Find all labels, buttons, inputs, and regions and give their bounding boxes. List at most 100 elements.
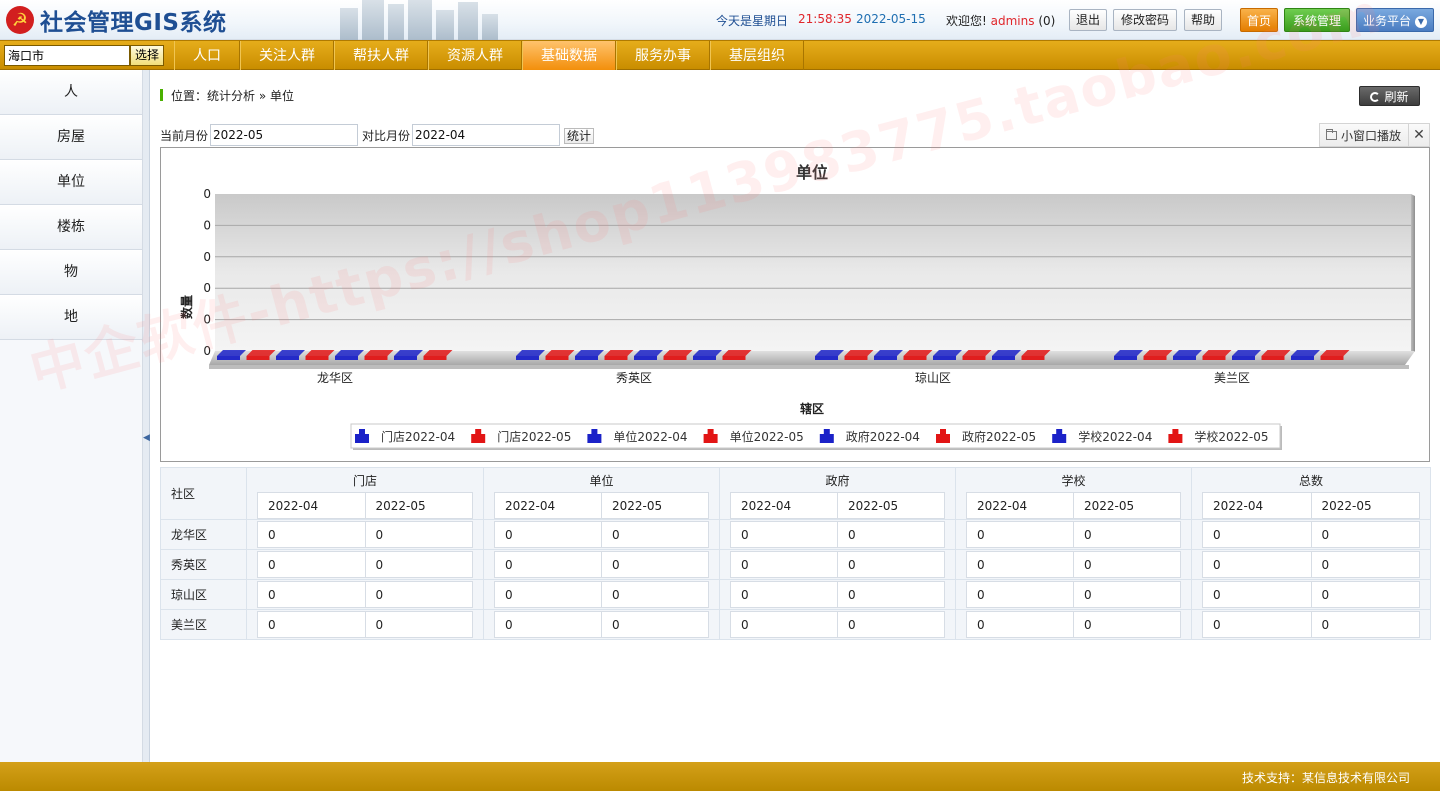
value-cell: 0 xyxy=(966,551,1074,578)
change-password-button[interactable]: 修改密码 xyxy=(1113,9,1177,31)
month-header: 2022-05 xyxy=(601,492,709,519)
legend-swatch-top xyxy=(1172,429,1179,435)
current-month-label: 当前月份 xyxy=(160,128,209,143)
compare-month-input[interactable]: 2022-04 xyxy=(412,124,561,146)
statistics-table: 社区 门店 2022-04 2022-05 单位 2022-04 2022-05 政府 2022… xyxy=(160,467,1431,640)
value-cell: 0 xyxy=(257,581,366,608)
sidebar-splitter[interactable]: ◀ xyxy=(143,70,150,762)
message-count[interactable]: (0) xyxy=(1038,14,1055,28)
sidebar-item[interactable]: 地 xyxy=(0,295,142,340)
bar xyxy=(1173,356,1196,360)
value-cell: 0 xyxy=(601,551,709,578)
legend-swatch xyxy=(703,434,718,443)
system-management-button[interactable]: 系统管理 xyxy=(1284,8,1350,32)
sidebar-item[interactable]: 房屋 xyxy=(0,115,142,160)
value-cell: 0 xyxy=(601,611,709,638)
x-tick-label: 琼山区 xyxy=(915,370,951,385)
legend-swatch-top xyxy=(823,429,830,435)
city-select-button[interactable]: 选择 xyxy=(130,45,164,66)
popout-window-button[interactable]: 小窗口播放 ✕ xyxy=(1319,123,1430,147)
current-month-input[interactable]: 2022-05 xyxy=(210,124,359,146)
value-cell: 0 xyxy=(1310,611,1420,638)
refresh-icon xyxy=(1370,92,1381,102)
bar xyxy=(874,356,897,360)
group-title: 单位 xyxy=(589,474,614,488)
value-cell: 0 xyxy=(730,551,838,578)
bar xyxy=(246,356,270,360)
nav-menu: 人口 关注人群 帮扶人群 资源人群 基础数据 服务办事 基层组织 xyxy=(174,41,804,71)
value-cell: 0 xyxy=(257,611,366,638)
home-button[interactable]: 首页 xyxy=(1240,8,1278,32)
main-content: 位置：统计分析 » 单位 刷新 当前月份 2022-05 对比月份 2022-0… xyxy=(151,70,1440,762)
legend-label: 政府2022-04 xyxy=(846,429,920,444)
nav-item[interactable]: 服务办事 xyxy=(616,41,710,71)
y-tick-label: 0 xyxy=(203,344,211,358)
help-button[interactable]: 帮助 xyxy=(1184,9,1222,31)
header-buildings-decoration xyxy=(330,0,510,40)
month-filter: 当前月份 2022-05 对比月份 2022-04 统计 xyxy=(160,124,595,146)
legend-swatch-top xyxy=(359,429,365,435)
legend-label: 门店2022-04 xyxy=(381,429,455,444)
bar xyxy=(844,356,868,360)
legend-swatch xyxy=(355,434,369,443)
value-cell: 0 xyxy=(1073,551,1181,578)
bar xyxy=(634,356,657,360)
value-cell: 0 xyxy=(494,521,602,548)
value-cell: 0 xyxy=(966,581,1074,608)
month-header: 2022-05 xyxy=(364,492,473,519)
popout-label: 小窗口播放 xyxy=(1341,128,1402,143)
chart-title: 单位 xyxy=(796,163,828,182)
nav-item[interactable]: 关注人群 xyxy=(240,41,334,71)
legend-label: 学校2022-04 xyxy=(1078,429,1152,444)
bar xyxy=(962,356,986,360)
group-header-cell: 政府 2022-04 2022-05 xyxy=(719,467,956,520)
bar xyxy=(364,356,388,360)
footer-support-text: 技术支持：某信息技术有限公司 xyxy=(1241,771,1410,785)
bar xyxy=(815,356,838,360)
legend-label: 单位2022-05 xyxy=(730,429,804,444)
nav-item[interactable]: 人口 xyxy=(174,41,240,71)
nav-item[interactable]: 资源人群 xyxy=(428,41,522,71)
business-platform-button[interactable]: 业务平台 ▼ xyxy=(1356,8,1434,32)
legend-label: 门店2022-05 xyxy=(497,429,571,444)
date-text: 2022-05-15 xyxy=(856,12,926,26)
month-header: 2022-04 xyxy=(494,492,602,519)
value-cell: 0 xyxy=(1073,581,1181,608)
value-cell: 0 xyxy=(1073,521,1181,548)
city-input[interactable] xyxy=(4,45,130,66)
plot-area xyxy=(215,194,1411,351)
value-cell: 0 xyxy=(494,611,602,638)
value-cell: 0 xyxy=(1310,551,1420,578)
nav-item[interactable]: 基层组织 xyxy=(710,41,804,71)
value-cell: 0 xyxy=(364,611,473,638)
bar xyxy=(1143,356,1167,360)
sidebar-item[interactable]: 楼栋 xyxy=(0,205,142,250)
business-platform-label: 业务平台 xyxy=(1362,14,1411,28)
close-icon[interactable]: ✕ xyxy=(1408,124,1429,146)
community-name: 美兰区 xyxy=(160,609,247,640)
bar xyxy=(1291,356,1314,360)
value-cell: 0 xyxy=(730,521,838,548)
welcome-text: 欢迎您! admins (0) xyxy=(946,12,1055,29)
collapse-arrow-icon[interactable]: ◀ xyxy=(143,430,150,446)
sidebar-item[interactable]: 单位 xyxy=(0,160,142,205)
username-link[interactable]: admins xyxy=(991,14,1035,28)
logout-button[interactable]: 退出 xyxy=(1069,9,1107,31)
sidebar-item[interactable]: 人 xyxy=(0,70,142,115)
window-icon xyxy=(1326,128,1337,140)
statistics-button[interactable]: 统计 xyxy=(564,128,595,144)
group-title: 政府 xyxy=(825,474,850,488)
month-header: 2022-04 xyxy=(1202,492,1312,519)
community-header: 社区 xyxy=(160,467,247,520)
sidebar-item[interactable]: 物 xyxy=(0,250,142,295)
bar xyxy=(722,356,746,360)
refresh-button[interactable]: 刷新 xyxy=(1359,86,1420,106)
value-cell: 0 xyxy=(494,551,602,578)
legend-label: 单位2022-04 xyxy=(613,429,687,444)
value-cell: 0 xyxy=(1310,581,1420,608)
nav-item[interactable]: 帮扶人群 xyxy=(334,41,428,71)
bar xyxy=(545,356,569,360)
value-cell: 0 xyxy=(601,521,709,548)
nav-item[interactable]: 基础数据 xyxy=(522,41,616,71)
legend-swatch xyxy=(936,434,950,443)
